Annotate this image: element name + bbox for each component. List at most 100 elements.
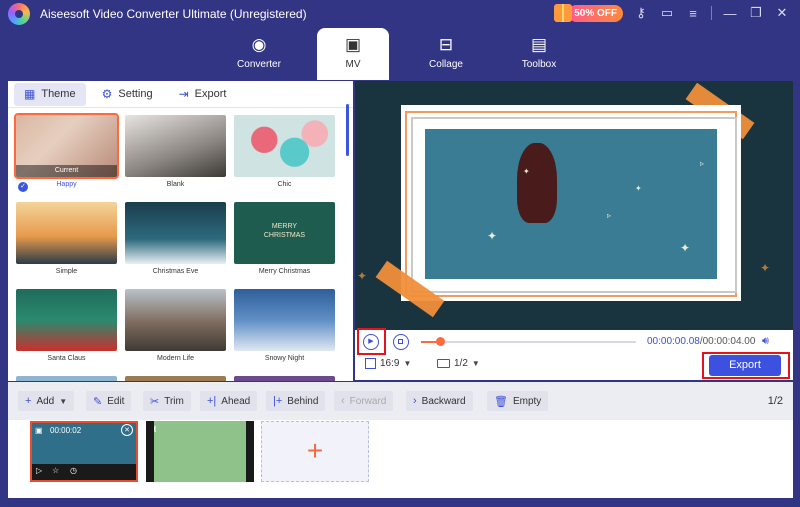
ahead-icon: +| (207, 395, 217, 407)
tab-toolbox[interactable]: ▤ Toolbox (503, 28, 575, 80)
plus-icon: + (25, 395, 32, 407)
empty-label: Empty (512, 395, 542, 407)
theme-thumbnail (16, 376, 117, 381)
theme-more-1[interactable] (16, 376, 117, 381)
clip-1[interactable]: ▣ 00:00:02 ✕ ▷ ☆ ◷ (30, 421, 138, 482)
aspect-ratio-icon (365, 358, 376, 369)
gear-icon: ⚙ (101, 87, 113, 101)
theme-panel: ▦ Theme ⚙ Setting ⇥ Export Current ✓ Hap… (8, 81, 353, 381)
theme-thumbnail (16, 202, 117, 264)
edit-button[interactable]: ✎ Edit (86, 391, 132, 411)
volume-icon[interactable]: 🔊︎ (762, 335, 769, 348)
theme-more-2[interactable] (125, 376, 226, 381)
backward-button[interactable]: › Backward (406, 391, 473, 411)
theme-simple[interactable]: Simple (16, 202, 117, 275)
gift-icon (554, 4, 573, 22)
monitor-icon (437, 359, 450, 368)
restore-icon[interactable]: ❐ (748, 5, 764, 21)
theme-merry-christmas[interactable]: MERRY CHRISTMAS Merry Christmas (234, 202, 335, 275)
behind-button[interactable]: |+ Behind (266, 391, 326, 411)
app-logo-icon (8, 3, 30, 25)
add-button[interactable]: + Add ▼ (18, 391, 75, 411)
collage-icon: ⊟ (438, 35, 454, 54)
theme-happy[interactable]: Current ✓ Happy (14, 113, 119, 192)
clip-controls: ▷ ☆ ◷ (32, 464, 136, 480)
forward-button[interactable]: ‹ Forward (334, 391, 394, 411)
trash-icon: 🗑︎ (494, 395, 508, 408)
backward-label: Backward (421, 395, 466, 407)
video-preview: ✦ ✦ ✦ ✦ ▹ ▹ ✦ ✦ (355, 81, 793, 330)
close-icon[interactable]: ✕ (774, 5, 790, 21)
effect-icon[interactable]: ☆ (52, 466, 59, 475)
star-icon: ✦ (760, 261, 771, 275)
chevron-down-icon: ▼ (403, 359, 412, 368)
app-title: Aiseesoft Video Converter Ultimate (Unre… (40, 7, 307, 21)
theme-snowy-night[interactable]: Snowy Night (234, 289, 335, 362)
window-tools: 50% OFF ⚷ ▭ ≡ — ❐ ✕ (554, 4, 790, 22)
behind-icon: |+ (273, 395, 283, 407)
theme-grid: Current ✓ Happy Blank Chic Simple Christ… (8, 111, 343, 381)
scissors-icon: ✂ (150, 395, 160, 408)
tab-collage[interactable]: ⊟ Collage (410, 28, 482, 80)
stop-icon (398, 339, 403, 344)
play-icon[interactable]: ▷ (36, 466, 42, 475)
tab-converter[interactable]: ◉ Converter (223, 28, 295, 80)
seek-knob[interactable] (436, 337, 445, 346)
subtab-export[interactable]: ⇥ Export (169, 83, 237, 106)
forward-icon: ‹ (341, 395, 345, 407)
promo-badge[interactable]: 50% OFF (568, 4, 623, 22)
clip-page-current: 1 (767, 395, 774, 407)
backward-icon: › (413, 395, 417, 407)
theme-blank[interactable]: Blank (125, 115, 226, 188)
tab-toolbox-label: Toolbox (521, 59, 557, 70)
behind-label: Behind (287, 395, 319, 407)
forward-label: Forward (349, 395, 387, 407)
image-icon: ▣ (35, 426, 43, 435)
play-button[interactable]: ▶ (363, 334, 379, 350)
theme-scrollbar[interactable] (346, 104, 349, 156)
theme-name: Chic (277, 181, 292, 188)
trim-button[interactable]: ✂ Trim (143, 391, 191, 411)
theme-name: Blank (166, 181, 185, 188)
key-icon[interactable]: ⚷ (633, 5, 649, 21)
time-current: 00:00:00.08 (647, 336, 700, 347)
promo-gift[interactable]: 50% OFF (554, 4, 623, 22)
aspect-ratio-select[interactable]: 16:9 ▼ (365, 358, 411, 369)
ahead-button[interactable]: +| Ahead (200, 391, 258, 411)
star-icon: ✦ (523, 167, 530, 176)
triangle-icon: ▹ (700, 159, 705, 168)
stop-button[interactable] (393, 334, 409, 350)
clip-page-total: 2 (776, 395, 783, 407)
seek-track[interactable] (421, 341, 636, 343)
theme-more-3[interactable] (234, 376, 335, 381)
tab-mv-label: MV (345, 59, 361, 70)
remove-clip-icon[interactable]: ✕ (121, 424, 133, 436)
chevron-down-icon: ▼ (471, 359, 480, 368)
tab-mv[interactable]: ▣ MV (317, 28, 389, 80)
title-bar: Aiseesoft Video Converter Ultimate (Unre… (0, 0, 800, 28)
feedback-icon[interactable]: ▭ (659, 5, 675, 21)
empty-button[interactable]: 🗑︎ Empty (487, 391, 549, 411)
theme-chic[interactable]: Chic (234, 115, 335, 188)
theme-modern-life[interactable]: Modern Life (125, 289, 226, 362)
clip-time: 00:00:02 (50, 426, 82, 435)
tab-collage-label: Collage (429, 59, 463, 70)
current-label: Current (16, 165, 117, 177)
theme-christmas-eve[interactable]: Christmas Eve (125, 202, 226, 275)
mv-icon: ▣ (344, 35, 362, 54)
minimize-icon[interactable]: — (722, 6, 738, 21)
theme-thumbnail (125, 376, 226, 381)
menu-icon[interactable]: ≡ (685, 6, 701, 21)
export-button[interactable]: Export (709, 355, 781, 376)
page-select[interactable]: 1/2 ▼ (437, 358, 480, 369)
theme-santa-claus[interactable]: Santa Claus (16, 289, 117, 362)
export-icon: ⇥ (178, 87, 189, 101)
add-clip-button[interactable]: + (261, 421, 369, 482)
clip-2[interactable]: ▣ (146, 421, 254, 482)
subtab-theme[interactable]: ▦ Theme (14, 82, 86, 106)
theme-thumbnail (125, 202, 226, 264)
clock-icon[interactable]: ◷ (70, 466, 77, 475)
selected-check-icon: ✓ (18, 182, 28, 192)
theme-thumbnail (234, 115, 335, 177)
subtab-setting[interactable]: ⚙ Setting (92, 83, 163, 106)
